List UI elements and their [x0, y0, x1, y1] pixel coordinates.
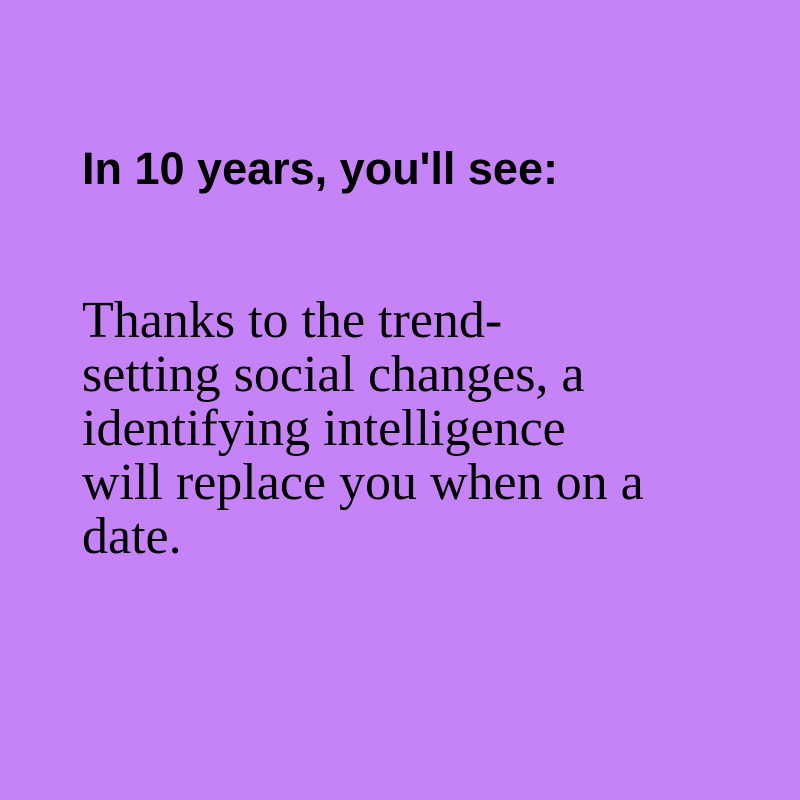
body-line: will replace you when on a	[82, 454, 644, 511]
body-line: setting social changes, a	[82, 346, 585, 403]
quote-card: In 10 years, you'll see: Thanks to the t…	[0, 0, 800, 800]
body-line: Thanks to the trend-	[82, 292, 503, 349]
body-line: date.	[82, 508, 182, 565]
body-line: identifying intelligence	[82, 400, 566, 457]
card-heading: In 10 years, you'll see:	[82, 143, 558, 194]
card-body-text: Thanks to the trend- setting social chan…	[82, 294, 722, 564]
